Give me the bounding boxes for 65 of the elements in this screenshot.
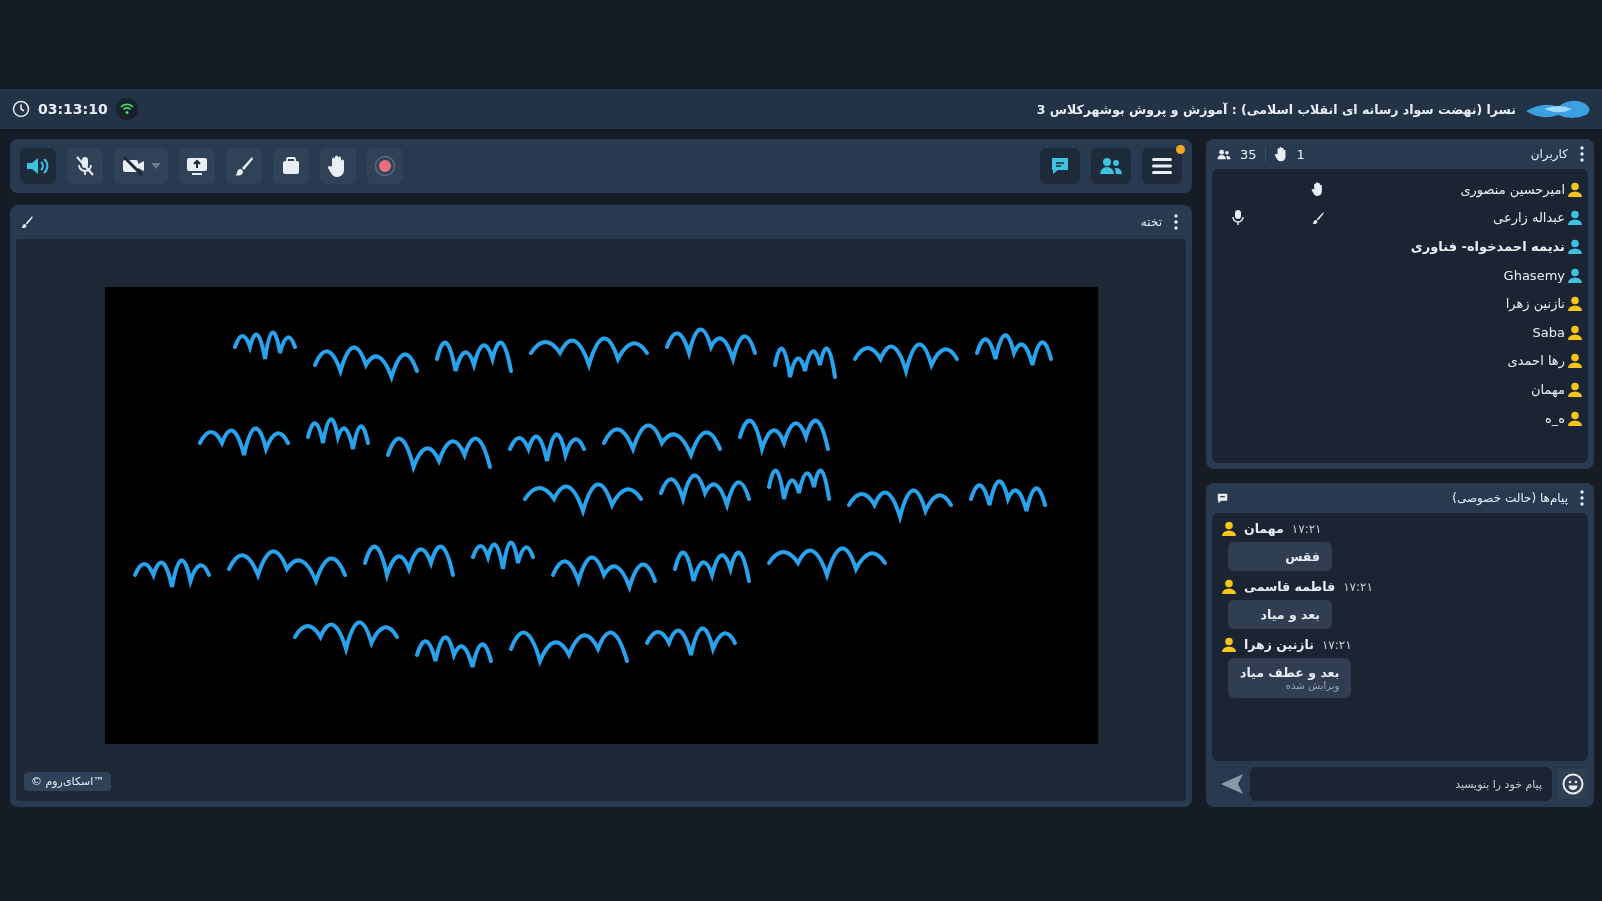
users-title: کاربران: [1530, 147, 1568, 161]
send-icon[interactable]: [1220, 773, 1244, 795]
briefcase-icon: [280, 155, 302, 177]
message-time: ۱۷:۲۱: [1321, 637, 1352, 652]
chat-icon: [1216, 491, 1229, 505]
raised-hands-count: 1: [1296, 146, 1305, 162]
user-icon: [1222, 579, 1236, 594]
brand-badge: © اسکای‌روم™: [24, 772, 112, 791]
session-timer: 03:13:10: [38, 101, 108, 117]
smiley-icon: [1562, 773, 1584, 795]
share-button[interactable]: [179, 148, 215, 184]
screen-share-icon: [185, 155, 209, 177]
speaker-button[interactable]: [20, 148, 56, 184]
emoji-button[interactable]: [1558, 769, 1588, 799]
brush-button[interactable]: [226, 148, 262, 184]
brush-icon: [233, 155, 255, 177]
mic-button[interactable]: [67, 148, 103, 184]
more-icon[interactable]: [1580, 146, 1584, 162]
user-name[interactable]: رها احمدی: [1507, 353, 1565, 369]
board-title: تخته: [1140, 215, 1162, 229]
hand-button[interactable]: [320, 148, 356, 184]
message-text: بعد و میاد: [1260, 607, 1320, 622]
more-icon[interactable]: [1580, 490, 1584, 506]
message-time: ۱۷:۲۱: [1291, 521, 1322, 536]
user-name[interactable]: مهمان: [1531, 381, 1565, 397]
user-name[interactable]: Saba: [1532, 324, 1565, 340]
sender-name: نازنین زهرا: [1244, 637, 1314, 652]
messages-title: پیام‌ها (حالت خصوصی): [1452, 491, 1568, 505]
camera-icon: [121, 155, 147, 177]
camera-button[interactable]: [114, 148, 168, 184]
sender-name: فاطمه قاسمی: [1244, 579, 1336, 594]
people-icon: [1098, 155, 1124, 177]
message-field[interactable]: پیام خود را بنویسید: [1250, 767, 1552, 801]
user-count: 35: [1240, 146, 1257, 162]
user-name[interactable]: امیرحسین منصوری: [1460, 181, 1565, 197]
user-icon: [1222, 637, 1236, 652]
menu-icon: [1151, 156, 1173, 176]
user-icon: [1222, 521, 1236, 536]
hand-icon: [1273, 146, 1289, 162]
speaker-icon: [25, 155, 51, 177]
user-name[interactable]: Ghasemy: [1503, 267, 1565, 283]
menu-button[interactable]: [1142, 148, 1182, 184]
class-title: نسرا (نهضت سواد رسانه ای انقلاب اسلامی) : آموزش و پروش بوشهرکلاس 3: [1036, 101, 1516, 117]
sender-name: مهمان: [1244, 521, 1284, 536]
microphone-icon: [74, 155, 96, 177]
chat-button[interactable]: [1040, 148, 1080, 184]
users-button[interactable]: [1091, 148, 1131, 184]
people-icon: [1216, 147, 1232, 161]
clock-icon: [12, 100, 30, 118]
record-icon: [374, 155, 396, 177]
record-button[interactable]: [367, 148, 403, 184]
files-button[interactable]: [273, 148, 309, 184]
message-text: بعد و عطف میاد: [1240, 665, 1340, 680]
brush-icon: [20, 215, 34, 229]
signal-icon: [115, 98, 138, 120]
edited-note: ویرایش شده: [1285, 680, 1340, 691]
chat-icon: [1049, 155, 1071, 177]
message-text: فقس: [1285, 549, 1320, 564]
user-name[interactable]: ه_ه: [1544, 410, 1565, 426]
message-time: ۱۷:۲۱: [1343, 579, 1373, 594]
user-name[interactable]: عبداله زارعی: [1493, 210, 1565, 226]
user-name[interactable]: ندیمه احمدخواه- فناوری: [1410, 239, 1565, 254]
user-name[interactable]: نازنین زهرا: [1505, 296, 1565, 312]
more-icon[interactable]: [1174, 214, 1178, 230]
caret-icon: [151, 163, 161, 169]
